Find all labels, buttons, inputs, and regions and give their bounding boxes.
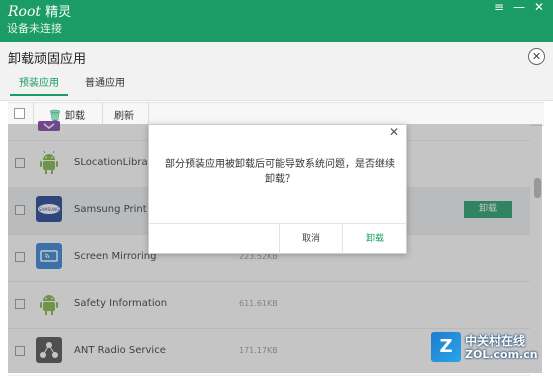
watermark-text: 中关村在线 [465,334,526,348]
select-all-checkbox[interactable] [14,108,25,119]
uninstall-label: 卸载 [64,111,85,122]
confirm-dialog: ✕ 部分预装应用被卸载后可能导致系统问题，是否继续卸载？ 取消 卸载 [148,124,407,254]
watermark-url: ZOL.com.cn [465,348,538,361]
brand-name-text: 精灵 [45,5,72,20]
toolbar-divider [33,103,34,125]
menu-icon[interactable]: ≡ [488,0,510,16]
zol-watermark: Z 中关村在线 ZOL.com.cn [431,330,551,370]
panel-close-icon[interactable]: ✕ [528,48,545,65]
close-window-icon[interactable]: ✕ [528,0,550,16]
dialog-footer: 取消 卸载 [149,223,406,254]
confirm-uninstall-button[interactable]: 卸载 [342,224,407,254]
list-toolbar: 🗑 卸载 刷新 [8,102,544,126]
cancel-button[interactable]: 取消 [279,224,342,254]
panel-title: 卸载顽固应用 [8,52,87,67]
zol-logo-icon: Z [431,332,461,362]
active-tab-indicator [10,94,68,96]
tab-regular-apps[interactable]: 普通应用 [85,74,125,89]
refresh-button[interactable]: 刷新 [114,107,134,122]
toolbar-divider [148,103,149,125]
brand-root-text: Root [8,4,42,20]
connection-status: 设备未连接 [7,22,62,35]
dialog-footer-spacer [149,224,279,254]
tab-preinstalled-apps[interactable]: 预装应用 [19,74,59,89]
dialog-message: 部分预装应用被卸载后可能导致系统问题，是否继续卸载？ [165,159,395,185]
app-titlebar: Root 精灵 设备未连接 ≡ — ✕ [0,0,553,42]
dialog-close-icon[interactable]: ✕ [387,125,401,139]
panel-header: 卸载顽固应用 ✕ 预装应用 普通应用 [0,42,553,101]
app-logo: Root 精灵 [8,1,71,20]
minimize-icon[interactable]: — [508,0,530,16]
toolbar-divider [102,103,103,125]
